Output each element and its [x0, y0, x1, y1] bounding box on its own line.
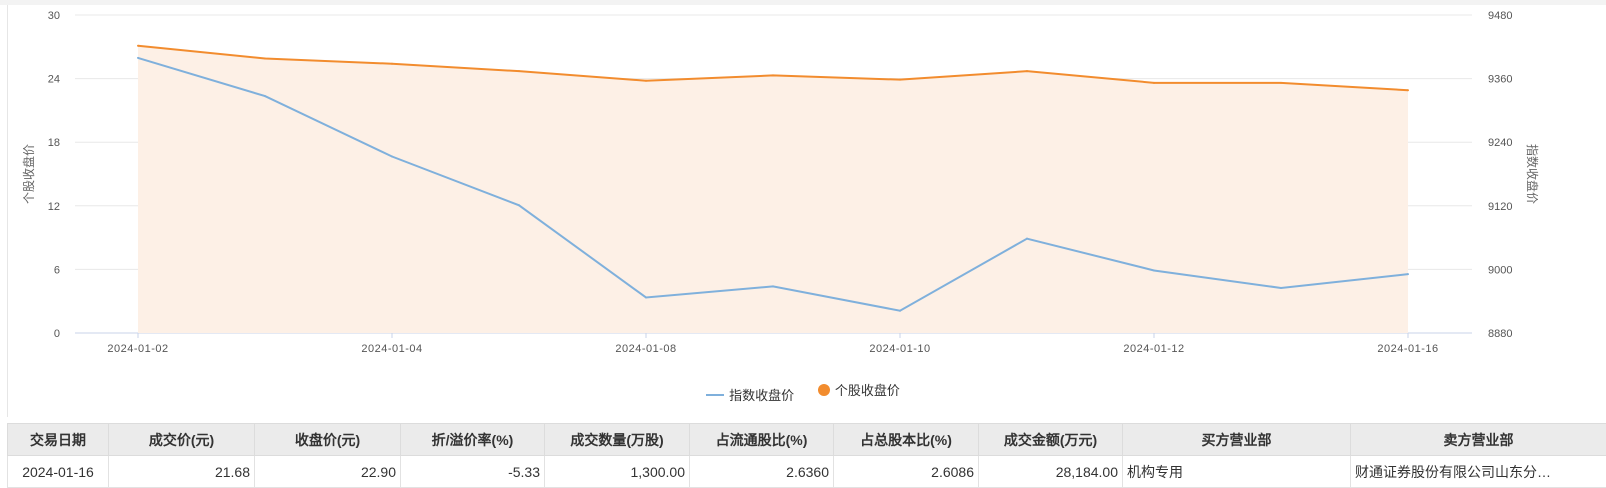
cell-total-ratio: 2.6086: [834, 456, 979, 488]
x-tick-label: 2024-01-02: [107, 343, 168, 355]
index-point: [137, 57, 139, 59]
cell-close-price: 22.90: [255, 456, 401, 488]
stock-point: [1153, 82, 1155, 84]
header-close-price: 收盘价(元): [255, 424, 401, 456]
stock-point: [645, 80, 647, 82]
stock-point: [264, 57, 266, 59]
y-right-tick-label: 9240: [1488, 137, 1512, 149]
y-left-tick-label: 0: [54, 328, 60, 340]
stock-point: [391, 63, 393, 65]
x-tick-label: 2024-01-12: [1123, 343, 1184, 355]
header-total-ratio: 占总股本比(%): [834, 424, 979, 456]
index-point: [1026, 238, 1028, 240]
header-premium-rate: 折/溢价率(%): [401, 424, 545, 456]
index-point: [518, 204, 520, 206]
stock-point: [1026, 70, 1028, 72]
y-right-tick-label: 8880: [1488, 328, 1512, 340]
header-amount: 成交金额(万元): [979, 424, 1123, 456]
stock-point: [137, 45, 139, 47]
chart-legend: 指数收盘价 个股收盘价: [0, 380, 1606, 404]
cell-premium-rate: -5.33: [401, 456, 545, 488]
index-point: [899, 310, 901, 312]
stock-point: [1407, 89, 1409, 91]
y-right-tick-label: 9480: [1488, 10, 1512, 22]
x-tick-label: 2024-01-10: [869, 343, 930, 355]
legend-label-index: 指数收盘价: [729, 385, 794, 404]
stock-point: [772, 74, 774, 76]
header-trade-price: 成交价(元): [109, 424, 255, 456]
index-point: [772, 285, 774, 287]
index-point: [645, 296, 647, 298]
y-left-tick-label: 24: [48, 74, 60, 86]
cell-trade-price: 21.68: [109, 456, 255, 488]
y-left-tick-label: 12: [48, 201, 60, 213]
x-tick-label: 2024-01-08: [615, 343, 676, 355]
index-point: [1153, 269, 1155, 271]
y-right-tick-label: 9120: [1488, 201, 1512, 213]
header-trade-date: 交易日期: [8, 424, 109, 456]
legend-line-swatch: [706, 394, 724, 396]
stock-area: [138, 46, 1408, 333]
y-right-axis-title: 指数收盘价: [1525, 144, 1540, 204]
cell-float-ratio: 2.6360: [690, 456, 834, 488]
legend-item-index[interactable]: 指数收盘价: [706, 385, 794, 404]
cell-volume: 1,300.00: [545, 456, 690, 488]
y-left-tick-label: 6: [54, 264, 60, 276]
header-float-ratio: 占流通股比(%): [690, 424, 834, 456]
legend-label-stock: 个股收盘价: [835, 380, 900, 399]
stock-point: [1280, 82, 1282, 84]
table-row: 2024-01-16 21.68 22.90 -5.33 1,300.00 2.…: [8, 456, 1606, 488]
index-point: [1407, 273, 1409, 275]
cell-seller: 财通证券股份有限公司山东分…: [1351, 456, 1606, 488]
cell-trade-date: 2024-01-16: [8, 456, 109, 488]
stock-point: [899, 79, 901, 81]
y-right-tick-label: 9360: [1488, 74, 1512, 86]
block-trade-table: 交易日期 成交价(元) 收盘价(元) 折/溢价率(%) 成交数量(万股) 占流通…: [7, 423, 1606, 488]
legend-item-stock[interactable]: 个股收盘价: [818, 380, 900, 399]
price-comparison-chart: 0 6 12 18 24 30 8880 9000 9120 9240 9360 9480 2024-0…: [0, 0, 1606, 372]
y-left-tick-label: 30: [48, 10, 60, 22]
index-point: [1280, 287, 1282, 289]
y-left-axis-title: 个股收盘价: [21, 144, 36, 204]
legend-dot-swatch: [818, 384, 830, 396]
x-tick-label: 2024-01-16: [1377, 343, 1438, 355]
index-point: [391, 156, 393, 158]
x-tick-label: 2024-01-04: [361, 343, 422, 355]
cell-buyer: 机构专用: [1123, 456, 1351, 488]
index-point: [264, 95, 266, 97]
cell-amount: 28,184.00: [979, 456, 1123, 488]
table-header-row: 交易日期 成交价(元) 收盘价(元) 折/溢价率(%) 成交数量(万股) 占流通…: [8, 424, 1606, 456]
header-volume: 成交数量(万股): [545, 424, 690, 456]
header-buyer: 买方营业部: [1123, 424, 1351, 456]
stock-point: [518, 70, 520, 72]
y-right-tick-label: 9000: [1488, 264, 1512, 276]
header-seller: 卖方营业部: [1351, 424, 1606, 456]
y-left-tick-label: 18: [48, 137, 60, 149]
